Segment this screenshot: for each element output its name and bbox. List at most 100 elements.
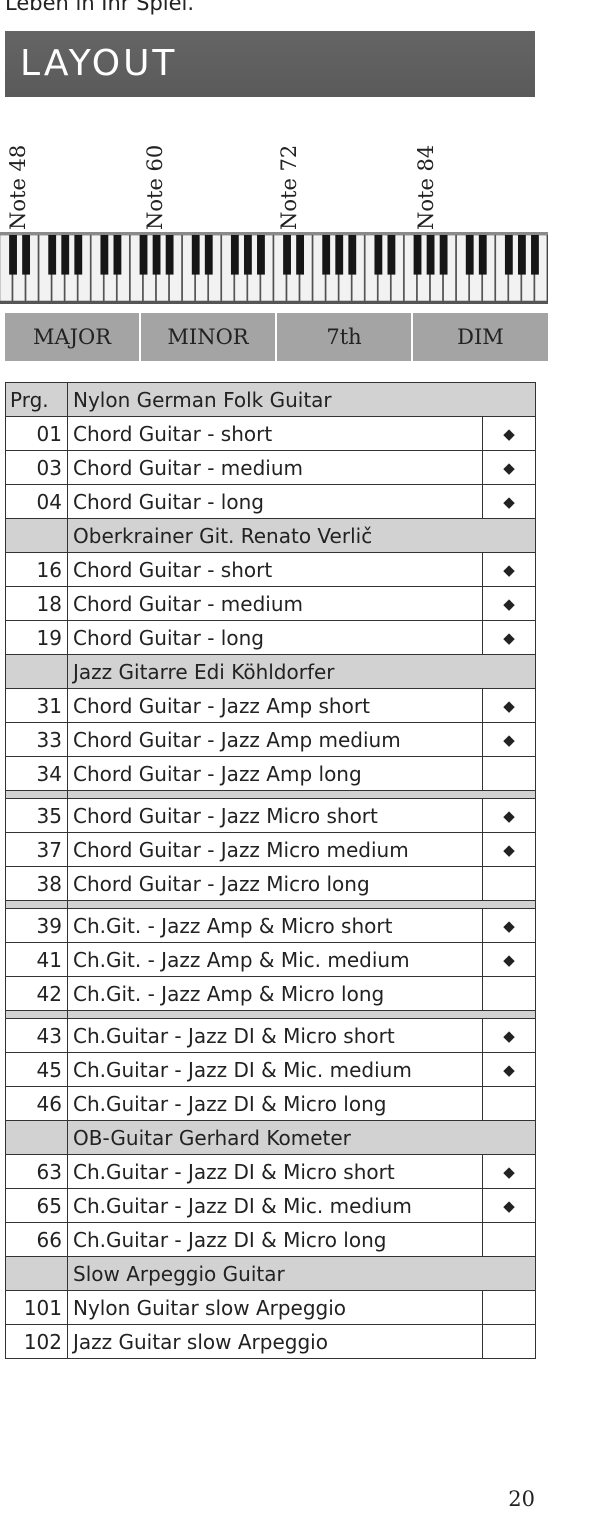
program-number: 41 — [5, 942, 68, 977]
program-name: Ch.Guitar - Jazz DI & Micro long — [67, 1086, 483, 1121]
diamond-marker-icon: ◆ — [482, 942, 536, 977]
empty-marker-cell — [482, 1222, 536, 1257]
group-header-row: OB-Guitar Gerhard Kometer — [5, 1120, 536, 1155]
program-name: Chord Guitar - Jazz Amp short — [67, 688, 483, 723]
table-row: 16 Chord Guitar - short ◆ — [5, 552, 536, 587]
black-key[interactable] — [100, 235, 109, 275]
black-key[interactable] — [374, 235, 383, 275]
separator-cell — [5, 1010, 68, 1019]
program-name: Chord Guitar - long — [67, 484, 483, 519]
black-key[interactable] — [426, 235, 435, 275]
section-header-layout: LAYOUT — [5, 31, 535, 97]
table-row: 34 Chord Guitar - Jazz Amp long — [5, 756, 536, 791]
black-key[interactable] — [387, 235, 396, 275]
black-key[interactable] — [48, 235, 57, 275]
black-key[interactable] — [504, 235, 513, 275]
empty-marker-cell — [482, 1290, 536, 1325]
group-prg-empty — [5, 1256, 68, 1291]
program-name: Chord Guitar - long — [67, 620, 483, 655]
group-title: Jazz Gitarre Edi Köhldorfer — [67, 654, 536, 689]
program-number: 38 — [5, 866, 68, 901]
black-key[interactable] — [139, 235, 148, 275]
table-row: 63 Ch.Guitar - Jazz DI & Micro short ◆ — [5, 1154, 536, 1189]
black-key[interactable] — [478, 235, 487, 275]
program-name: Chord Guitar - Jazz Micro short — [67, 798, 483, 833]
black-key[interactable] — [335, 235, 344, 275]
group-title: OB-Guitar Gerhard Kometer — [67, 1120, 536, 1155]
group-prg-empty — [5, 654, 68, 689]
chord-minor-zone[interactable]: MINOR — [141, 313, 277, 361]
program-number: 34 — [5, 756, 68, 791]
program-number: 19 — [5, 620, 68, 655]
black-key[interactable] — [113, 235, 122, 275]
black-key[interactable] — [283, 235, 291, 275]
black-key[interactable] — [165, 235, 174, 275]
chord-major-zone[interactable]: MAJOR — [5, 313, 141, 361]
black-key[interactable] — [531, 235, 539, 275]
black-key[interactable] — [204, 235, 213, 275]
group-prg-empty — [5, 1120, 68, 1155]
black-key[interactable] — [230, 235, 239, 275]
group-header-row: Slow Arpeggio Guitar — [5, 1256, 536, 1291]
table-row: 101 Nylon Guitar slow Arpeggio — [5, 1290, 536, 1325]
black-key[interactable] — [517, 235, 526, 275]
diamond-marker-icon: ◆ — [482, 688, 536, 723]
program-number: 42 — [5, 976, 68, 1011]
table-row: 03 Chord Guitar - medium ◆ — [5, 450, 536, 485]
table-row: 65 Ch.Guitar - Jazz DI & Mic. medium ◆ — [5, 1188, 536, 1223]
program-number: 37 — [5, 832, 68, 867]
program-number: 102 — [5, 1324, 68, 1359]
table-row: 35 Chord Guitar - Jazz Micro short ◆ — [5, 798, 536, 833]
black-key[interactable] — [322, 235, 331, 275]
table-row: 37 Chord Guitar - Jazz Micro medium ◆ — [5, 832, 536, 867]
empty-marker-cell — [482, 756, 536, 791]
diamond-marker-icon: ◆ — [482, 832, 536, 867]
program-number: 63 — [5, 1154, 68, 1189]
program-number: 18 — [5, 586, 68, 621]
program-name: Ch.Guitar - Jazz DI & Mic. medium — [67, 1052, 483, 1087]
piano-keys-svg — [0, 235, 548, 301]
program-name: Chord Guitar - Jazz Micro medium — [67, 832, 483, 867]
black-key[interactable] — [439, 235, 448, 275]
program-table: Prg. Nylon German Folk Guitar 01 Chord Gu… — [5, 382, 536, 1359]
black-key[interactable] — [191, 235, 200, 275]
program-name: Ch.Git. - Jazz Amp & Micro short — [67, 908, 483, 943]
group-prg-empty — [5, 518, 68, 553]
black-key[interactable] — [243, 235, 252, 275]
table-row: 31 Chord Guitar - Jazz Amp short ◆ — [5, 688, 536, 723]
black-key[interactable] — [61, 235, 70, 275]
note-label-48: Note 48 — [6, 144, 30, 230]
page-number: 20 — [508, 1487, 535, 1511]
program-number: 03 — [5, 450, 68, 485]
diamond-marker-icon: ◆ — [482, 484, 536, 519]
black-key[interactable] — [296, 235, 305, 275]
empty-marker-cell — [482, 866, 536, 901]
table-row: 33 Chord Guitar - Jazz Amp medium ◆ — [5, 722, 536, 757]
separator-cell — [5, 900, 68, 909]
chord-7th-zone[interactable]: 7th — [277, 313, 413, 361]
black-key[interactable] — [413, 235, 422, 275]
chord-dim-zone[interactable]: DIM — [413, 313, 548, 361]
table-row: 41 Ch.Git. - Jazz Amp & Mic. medium ◆ — [5, 942, 536, 977]
table-row: 102 Jazz Guitar slow Arpeggio — [5, 1324, 536, 1359]
diamond-marker-icon: ◆ — [482, 1052, 536, 1087]
black-key[interactable] — [257, 235, 265, 275]
program-number: 33 — [5, 722, 68, 757]
black-key[interactable] — [465, 235, 474, 275]
program-name: Chord Guitar - short — [67, 416, 483, 451]
table-row: 46 Ch.Guitar - Jazz DI & Micro long — [5, 1086, 536, 1121]
program-number: 45 — [5, 1052, 68, 1087]
program-name: Ch.Guitar - Jazz DI & Micro long — [67, 1222, 483, 1257]
separator-row — [5, 1010, 536, 1019]
black-key[interactable] — [22, 235, 31, 275]
table-row: 43 Ch.Guitar - Jazz DI & Micro short ◆ — [5, 1018, 536, 1053]
black-key[interactable] — [9, 235, 17, 275]
program-name: Jazz Guitar slow Arpeggio — [67, 1324, 483, 1359]
program-number: 43 — [5, 1018, 68, 1053]
black-key[interactable] — [152, 235, 161, 275]
black-key[interactable] — [348, 235, 357, 275]
program-number: 04 — [5, 484, 68, 519]
piano-keyboard[interactable] — [0, 232, 548, 304]
table-row: 42 Ch.Git. - Jazz Amp & Micro long — [5, 976, 536, 1011]
black-key[interactable] — [74, 235, 83, 275]
